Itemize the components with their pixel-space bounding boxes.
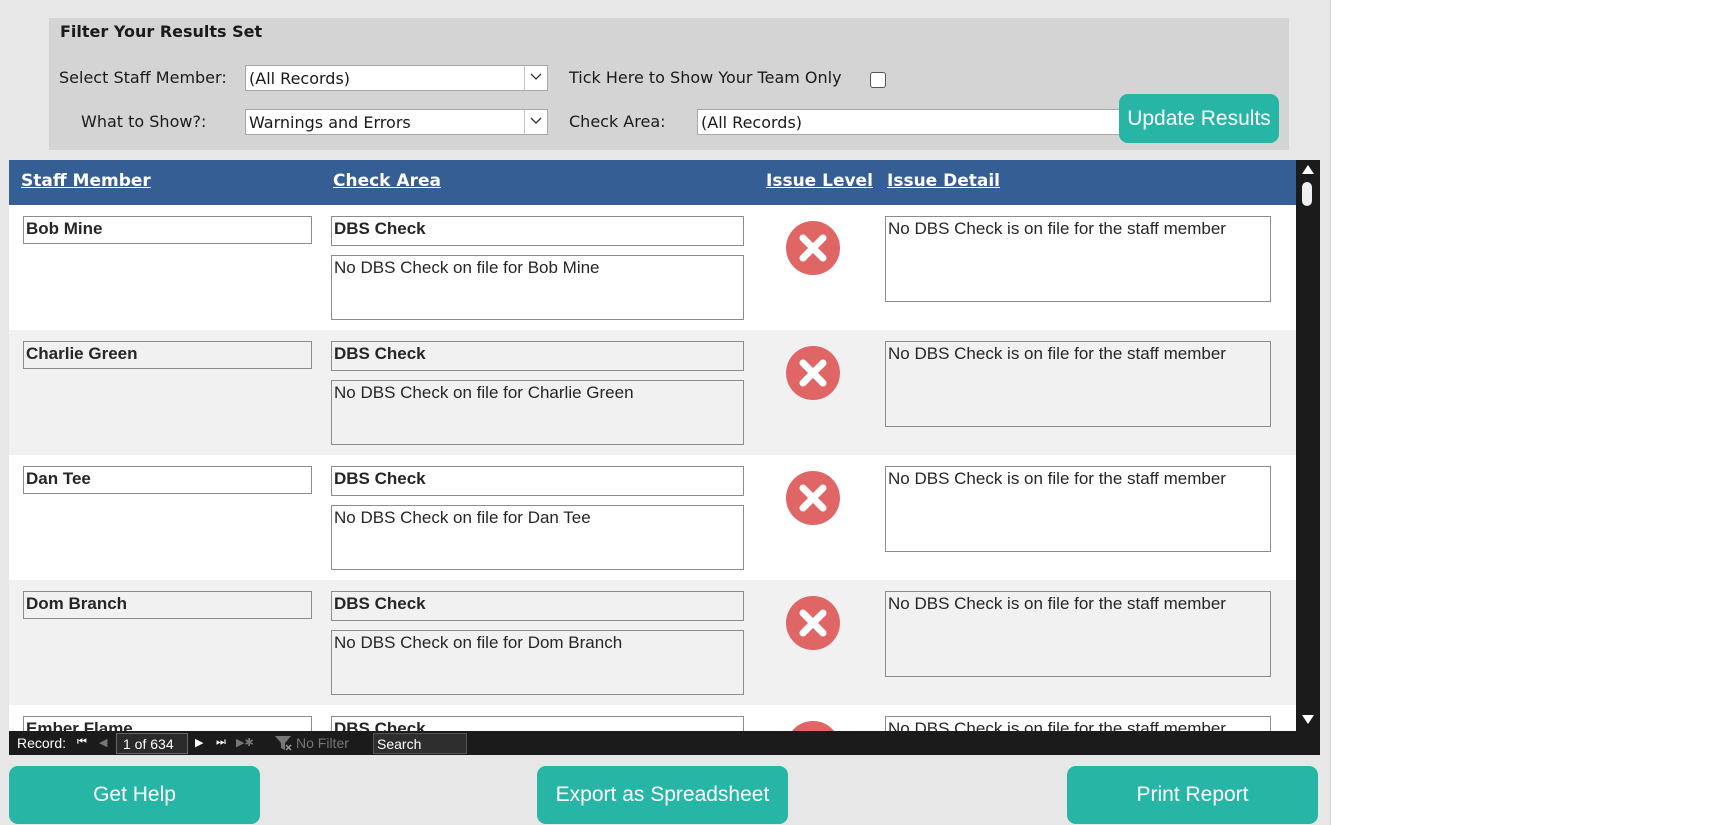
staff-member-label: Select Staff Member: (59, 68, 227, 87)
column-header-issue-level[interactable]: Issue Level (766, 171, 873, 191)
grid-rows: Bob Mine DBS Check No DBS Check on file … (9, 205, 1296, 731)
check-note-field[interactable]: No DBS Check on file for Dan Tee (331, 505, 744, 570)
staff-member-field[interactable]: Dom Branch (23, 591, 312, 619)
first-record-icon[interactable]: ⏮ (77, 736, 87, 749)
what-to-show-value: Warnings and Errors (249, 113, 411, 132)
table-row[interactable]: Dom Branch DBS Check No DBS Check on fil… (9, 580, 1296, 705)
check-area-field[interactable]: DBS Check (331, 341, 744, 371)
next-record-icon[interactable]: ▶ (195, 736, 203, 749)
staff-member-dropdown-icon[interactable] (524, 66, 547, 90)
error-x-icon (786, 471, 840, 525)
scroll-up-icon[interactable] (1302, 165, 1314, 174)
search-field[interactable]: Search (373, 733, 467, 754)
check-area-field[interactable]: DBS Check (331, 591, 744, 621)
check-area-label: Check Area: (569, 112, 666, 131)
current-record-field[interactable]: 1 of 634 (116, 733, 188, 754)
error-x-icon (786, 346, 840, 400)
previous-record-icon[interactable]: ◀ (99, 736, 107, 749)
search-label: Search (377, 736, 422, 752)
issue-detail-field[interactable]: No DBS Check is on file for the staff me… (885, 341, 1271, 427)
what-to-show-select[interactable]: Warnings and Errors (245, 109, 548, 135)
scroll-down-icon[interactable] (1302, 715, 1314, 724)
scrollbar-thumb[interactable] (1302, 182, 1312, 206)
staff-member-value: (All Records) (249, 69, 351, 88)
update-results-button[interactable]: Update Results (1119, 94, 1279, 143)
last-record-icon[interactable]: ⏭ (216, 736, 226, 749)
filter-panel: Filter Your Results Set Select Staff Mem… (49, 18, 1289, 150)
export-spreadsheet-button[interactable]: Export as Spreadsheet (537, 766, 788, 824)
record-position: 1 of 634 (123, 736, 174, 752)
get-help-button[interactable]: Get Help (9, 766, 260, 824)
table-row[interactable]: Ember Flame DBS Check No DBS Check is on… (9, 705, 1296, 731)
error-x-icon (792, 721, 834, 731)
error-x-icon (786, 596, 840, 650)
check-area-select[interactable]: (All Records) (697, 109, 1151, 135)
results-grid: Staff Member Check Area Issue Level Issu… (9, 160, 1320, 755)
vertical-scrollbar[interactable] (1296, 160, 1320, 731)
staff-member-field[interactable]: Ember Flame (23, 716, 312, 731)
staff-member-field[interactable]: Dan Tee (23, 466, 312, 494)
record-navigation-bar: Record: ⏮ ◀ 1 of 634 ▶ ⏭ ▶✱ No Filter Se… (9, 731, 1320, 755)
issue-detail-field[interactable]: No DBS Check is on file for the staff me… (885, 591, 1271, 677)
filter-title: Filter Your Results Set (60, 22, 263, 41)
issue-detail-field[interactable]: No DBS Check is on file for the staff me… (885, 466, 1271, 552)
table-row[interactable]: Charlie Green DBS Check No DBS Check on … (9, 330, 1296, 455)
print-report-button[interactable]: Print Report (1067, 766, 1318, 824)
check-note-field[interactable]: No DBS Check on file for Dom Branch (331, 630, 744, 695)
issue-detail-field[interactable]: No DBS Check is on file for the staff me… (885, 216, 1271, 302)
table-row[interactable]: Bob Mine DBS Check No DBS Check on file … (9, 205, 1296, 330)
column-header-staff-member[interactable]: Staff Member (21, 171, 151, 191)
new-record-icon[interactable]: ▶✱ (236, 736, 254, 749)
check-area-field[interactable]: DBS Check (331, 716, 744, 731)
column-header-issue-detail[interactable]: Issue Detail (887, 171, 1000, 191)
check-area-value: (All Records) (701, 113, 803, 132)
what-to-show-label: What to Show?: (81, 112, 207, 131)
check-area-field[interactable]: DBS Check (331, 216, 744, 246)
team-only-label: Tick Here to Show Your Team Only (569, 68, 842, 87)
check-note-field[interactable]: No DBS Check on file for Charlie Green (331, 380, 744, 445)
filter-icon[interactable] (274, 734, 292, 752)
check-note-field[interactable]: No DBS Check on file for Bob Mine (331, 255, 744, 320)
table-row[interactable]: Dan Tee DBS Check No DBS Check on file f… (9, 455, 1296, 580)
grid-header: Staff Member Check Area Issue Level Issu… (9, 160, 1296, 205)
staff-member-field[interactable]: Bob Mine (23, 216, 312, 244)
error-x-icon (786, 221, 840, 275)
column-header-check-area[interactable]: Check Area (333, 171, 441, 191)
what-to-show-dropdown-icon[interactable] (524, 110, 547, 134)
no-filter-label[interactable]: No Filter (296, 735, 349, 751)
staff-member-select[interactable]: (All Records) (245, 65, 548, 91)
staff-member-field[interactable]: Charlie Green (23, 341, 312, 369)
record-label: Record: (17, 735, 67, 751)
check-area-field[interactable]: DBS Check (331, 466, 744, 496)
issue-detail-field[interactable]: No DBS Check is on file for the staff me… (885, 716, 1271, 731)
app-window: Filter Your Results Set Select Staff Mem… (0, 0, 1331, 825)
team-only-checkbox[interactable] (870, 72, 886, 88)
